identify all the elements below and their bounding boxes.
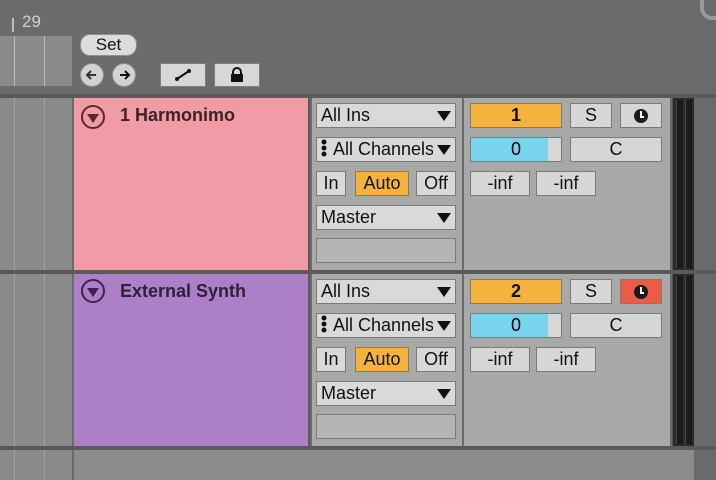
arrangement-clip-area [0, 98, 72, 270]
track-name: External Synth [120, 281, 247, 301]
pan-knob[interactable]: C [570, 137, 662, 162]
output-dropdown[interactable]: Master [316, 205, 456, 230]
input-type-value: All Ins [321, 281, 371, 301]
fold-track-icon[interactable] [81, 105, 105, 129]
fold-track-icon[interactable] [81, 279, 105, 303]
stereo-channel-icon [321, 139, 327, 161]
io-panel: All Ins All Channels In Auto Off Master [312, 98, 462, 270]
ruler-left-strip [0, 36, 72, 86]
track-name-panel[interactable]: External Synth [74, 274, 310, 446]
stereo-channel-icon [321, 315, 327, 337]
input-channel-value: All Channels [333, 315, 435, 335]
arrangement-clip-area [0, 274, 72, 446]
input-channel-value: All Channels [333, 139, 435, 159]
chevron-down-icon [437, 111, 451, 121]
drop-area[interactable] [74, 450, 694, 480]
chevron-down-icon [437, 321, 451, 331]
peak-right-display[interactable]: -inf [536, 171, 596, 196]
output-value: Master [321, 207, 377, 227]
input-type-dropdown[interactable]: All Ins [316, 279, 456, 304]
input-channel-dropdown[interactable]: All Channels [316, 313, 456, 338]
mixer-panel: 2 S 0 C -inf -inf [464, 274, 670, 446]
monitor-auto-button[interactable]: Auto [355, 171, 409, 196]
track-activator-button[interactable]: 2 [470, 279, 562, 304]
record-arm-icon [634, 284, 648, 299]
chevron-down-icon [437, 145, 451, 155]
ruler-tick [14, 36, 15, 86]
peak-left-display[interactable]: -inf [470, 347, 530, 372]
monitor-off-button[interactable]: Off [416, 347, 456, 372]
level-meter [672, 98, 694, 270]
chevron-down-icon [437, 389, 451, 399]
monitor-in-button[interactable]: In [316, 171, 346, 196]
pan-knob[interactable]: C [570, 313, 662, 338]
mixer-panel: 1 S 0 C -inf -inf [464, 98, 670, 270]
track-name: 1 Harmonimo [120, 105, 236, 125]
arrow-right-icon[interactable] [112, 63, 136, 87]
set-button[interactable]: Set [80, 34, 137, 56]
chevron-down-icon [437, 213, 451, 223]
record-arm-icon [634, 108, 648, 123]
input-channel-dropdown[interactable]: All Channels [316, 137, 456, 162]
arrangement-clip-area [0, 450, 72, 480]
track-name-panel[interactable]: 1 Harmonimo [74, 98, 310, 270]
output-channel-field[interactable] [316, 238, 456, 263]
solo-button[interactable]: S [570, 279, 612, 304]
track-row: External Synth All Ins All Channels In A… [0, 274, 716, 446]
lock-icon [231, 67, 243, 82]
io-panel: All Ins All Channels In Auto Off Master [312, 274, 462, 446]
ruler-bar-number: 29 [22, 12, 41, 31]
volume-value: 0 [510, 139, 521, 159]
ruler-bar-marker [12, 18, 14, 32]
solo-button[interactable]: S [570, 103, 612, 128]
automation-draw-icon [175, 69, 191, 81]
monitor-auto-button[interactable]: Auto [355, 347, 409, 372]
input-type-dropdown[interactable]: All Ins [316, 103, 456, 128]
track-activator-button[interactable]: 1 [470, 103, 562, 128]
volume-value: 0 [510, 315, 521, 335]
chevron-down-icon [437, 287, 451, 297]
volume-fill [471, 314, 548, 337]
volume-slider[interactable]: 0 [470, 137, 562, 162]
track-row: 1 Harmonimo All Ins All Channels In Auto… [0, 98, 716, 270]
arrow-left-icon[interactable] [80, 63, 104, 87]
level-meter [672, 274, 694, 446]
monitor-off-button[interactable]: Off [416, 171, 456, 196]
output-value: Master [321, 383, 377, 403]
volume-fill [471, 138, 548, 161]
peak-left-display[interactable]: -inf [470, 171, 530, 196]
input-type-value: All Ins [321, 105, 371, 125]
volume-slider[interactable]: 0 [470, 313, 562, 338]
output-dropdown[interactable]: Master [316, 381, 456, 406]
arm-button[interactable] [620, 279, 662, 304]
ruler-tick [44, 36, 45, 86]
monitor-in-button[interactable]: In [316, 347, 346, 372]
arm-button[interactable] [620, 103, 662, 128]
lock-button[interactable] [214, 63, 260, 87]
peak-right-display[interactable]: -inf [536, 347, 596, 372]
output-channel-field[interactable] [316, 414, 456, 439]
automation-draw-button[interactable] [160, 63, 206, 87]
